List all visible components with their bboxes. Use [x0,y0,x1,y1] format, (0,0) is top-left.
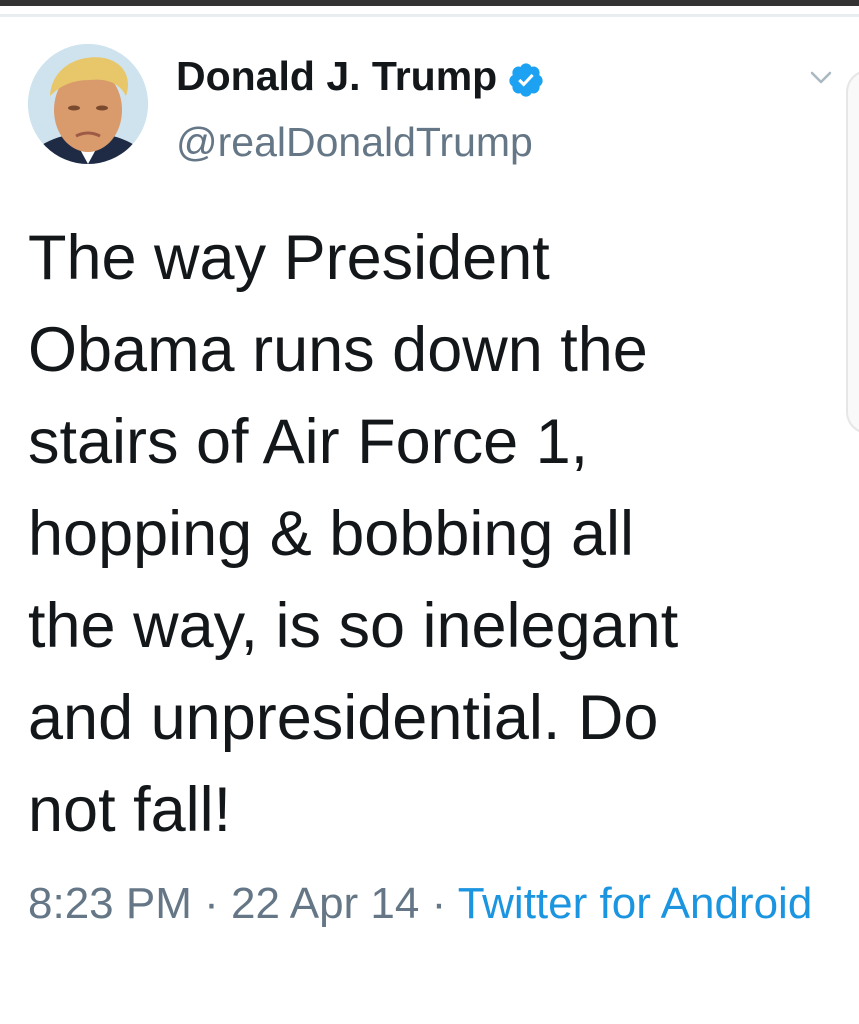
top-divider [0,14,859,17]
adjacent-panel-edge [846,70,859,434]
tweet-meta: 8:23 PM · 22 Apr 14 · Twitter for Androi… [28,874,818,934]
status-bar-edge [0,0,859,6]
author-name-text: Donald J. Trump [176,53,498,99]
tweet-date[interactable]: 22 Apr 14 [231,879,419,928]
tweet-source-link[interactable]: Twitter for Android [458,879,813,928]
author-handle[interactable]: @realDonaldTrump [176,114,533,170]
meta-separator: · [204,879,219,928]
chevron-down-icon[interactable] [806,62,836,92]
avatar[interactable] [28,44,148,164]
verified-badge-icon [507,57,545,97]
author-name[interactable]: Donald J. Trump [176,48,545,104]
tweet-time[interactable]: 8:23 PM [28,879,192,928]
meta-separator-2: · [431,879,447,928]
tweet-text: The way President Obama runs down the st… [28,223,679,845]
